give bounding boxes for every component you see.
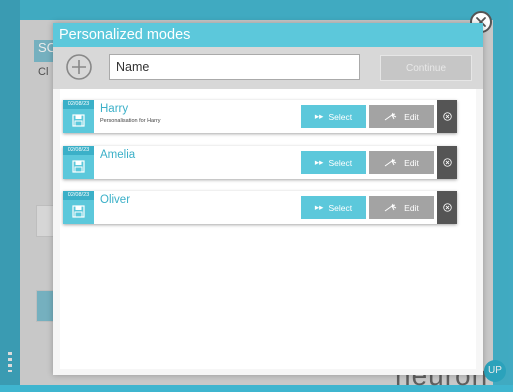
name-input[interactable] bbox=[109, 54, 360, 80]
mode-date-column: 02/08/23 bbox=[63, 191, 94, 224]
edit-button[interactable]: Edit bbox=[369, 196, 434, 219]
add-mode-button[interactable] bbox=[65, 53, 93, 81]
fast-forward-icon: ▸▸ bbox=[314, 202, 324, 212]
list-item: 02/08/23 Amelia ▸▸ Select Edit bbox=[63, 146, 457, 179]
delete-icon bbox=[442, 158, 452, 167]
select-label: Select bbox=[328, 202, 353, 213]
wand-icon bbox=[384, 112, 397, 121]
save-icon bbox=[72, 205, 85, 218]
list-item: 02/08/23 Harry Personalisation for Harry… bbox=[63, 100, 457, 133]
mode-description: Personalisation for Harry bbox=[100, 118, 161, 124]
edit-label: Edit bbox=[404, 202, 419, 213]
dialog-toolbar: Continue bbox=[53, 47, 483, 89]
save-icon bbox=[72, 160, 85, 173]
fast-forward-icon: ▸▸ bbox=[314, 157, 324, 167]
select-label: Select bbox=[328, 111, 353, 122]
mode-date-column: 02/08/23 bbox=[63, 146, 94, 179]
save-icon bbox=[72, 114, 85, 127]
delete-button[interactable] bbox=[437, 191, 457, 224]
mode-date: 02/08/23 bbox=[63, 146, 94, 155]
select-button[interactable]: ▸▸ Select bbox=[301, 105, 366, 128]
mode-name: Oliver bbox=[100, 194, 131, 206]
dialog-title: Personalized modes bbox=[53, 23, 483, 47]
edit-label: Edit bbox=[404, 111, 419, 122]
mode-date: 02/08/23 bbox=[63, 100, 94, 109]
select-button[interactable]: ▸▸ Select bbox=[301, 196, 366, 219]
fast-forward-icon: ▸▸ bbox=[314, 111, 324, 121]
delete-button[interactable] bbox=[437, 100, 457, 133]
mode-name: Amelia bbox=[100, 149, 136, 161]
delete-button[interactable] bbox=[437, 146, 457, 179]
list-item: 02/08/23 Oliver ▸▸ Select Edit bbox=[63, 191, 457, 224]
edit-label: Edit bbox=[404, 157, 419, 168]
mode-name: Harry bbox=[100, 103, 129, 115]
continue-button[interactable]: Continue bbox=[380, 55, 472, 81]
edit-button[interactable]: Edit bbox=[369, 151, 434, 174]
wand-icon bbox=[384, 158, 397, 167]
mode-date: 02/08/23 bbox=[63, 191, 94, 200]
delete-icon bbox=[442, 203, 452, 212]
personalized-modes-dialog: Personalized modes Continue 02/08/23 Har… bbox=[53, 23, 483, 375]
edit-button[interactable]: Edit bbox=[369, 105, 434, 128]
mode-date-column: 02/08/23 bbox=[63, 100, 94, 133]
delete-icon bbox=[442, 112, 452, 121]
select-label: Select bbox=[328, 157, 353, 168]
select-button[interactable]: ▸▸ Select bbox=[301, 151, 366, 174]
wand-icon bbox=[384, 203, 397, 212]
